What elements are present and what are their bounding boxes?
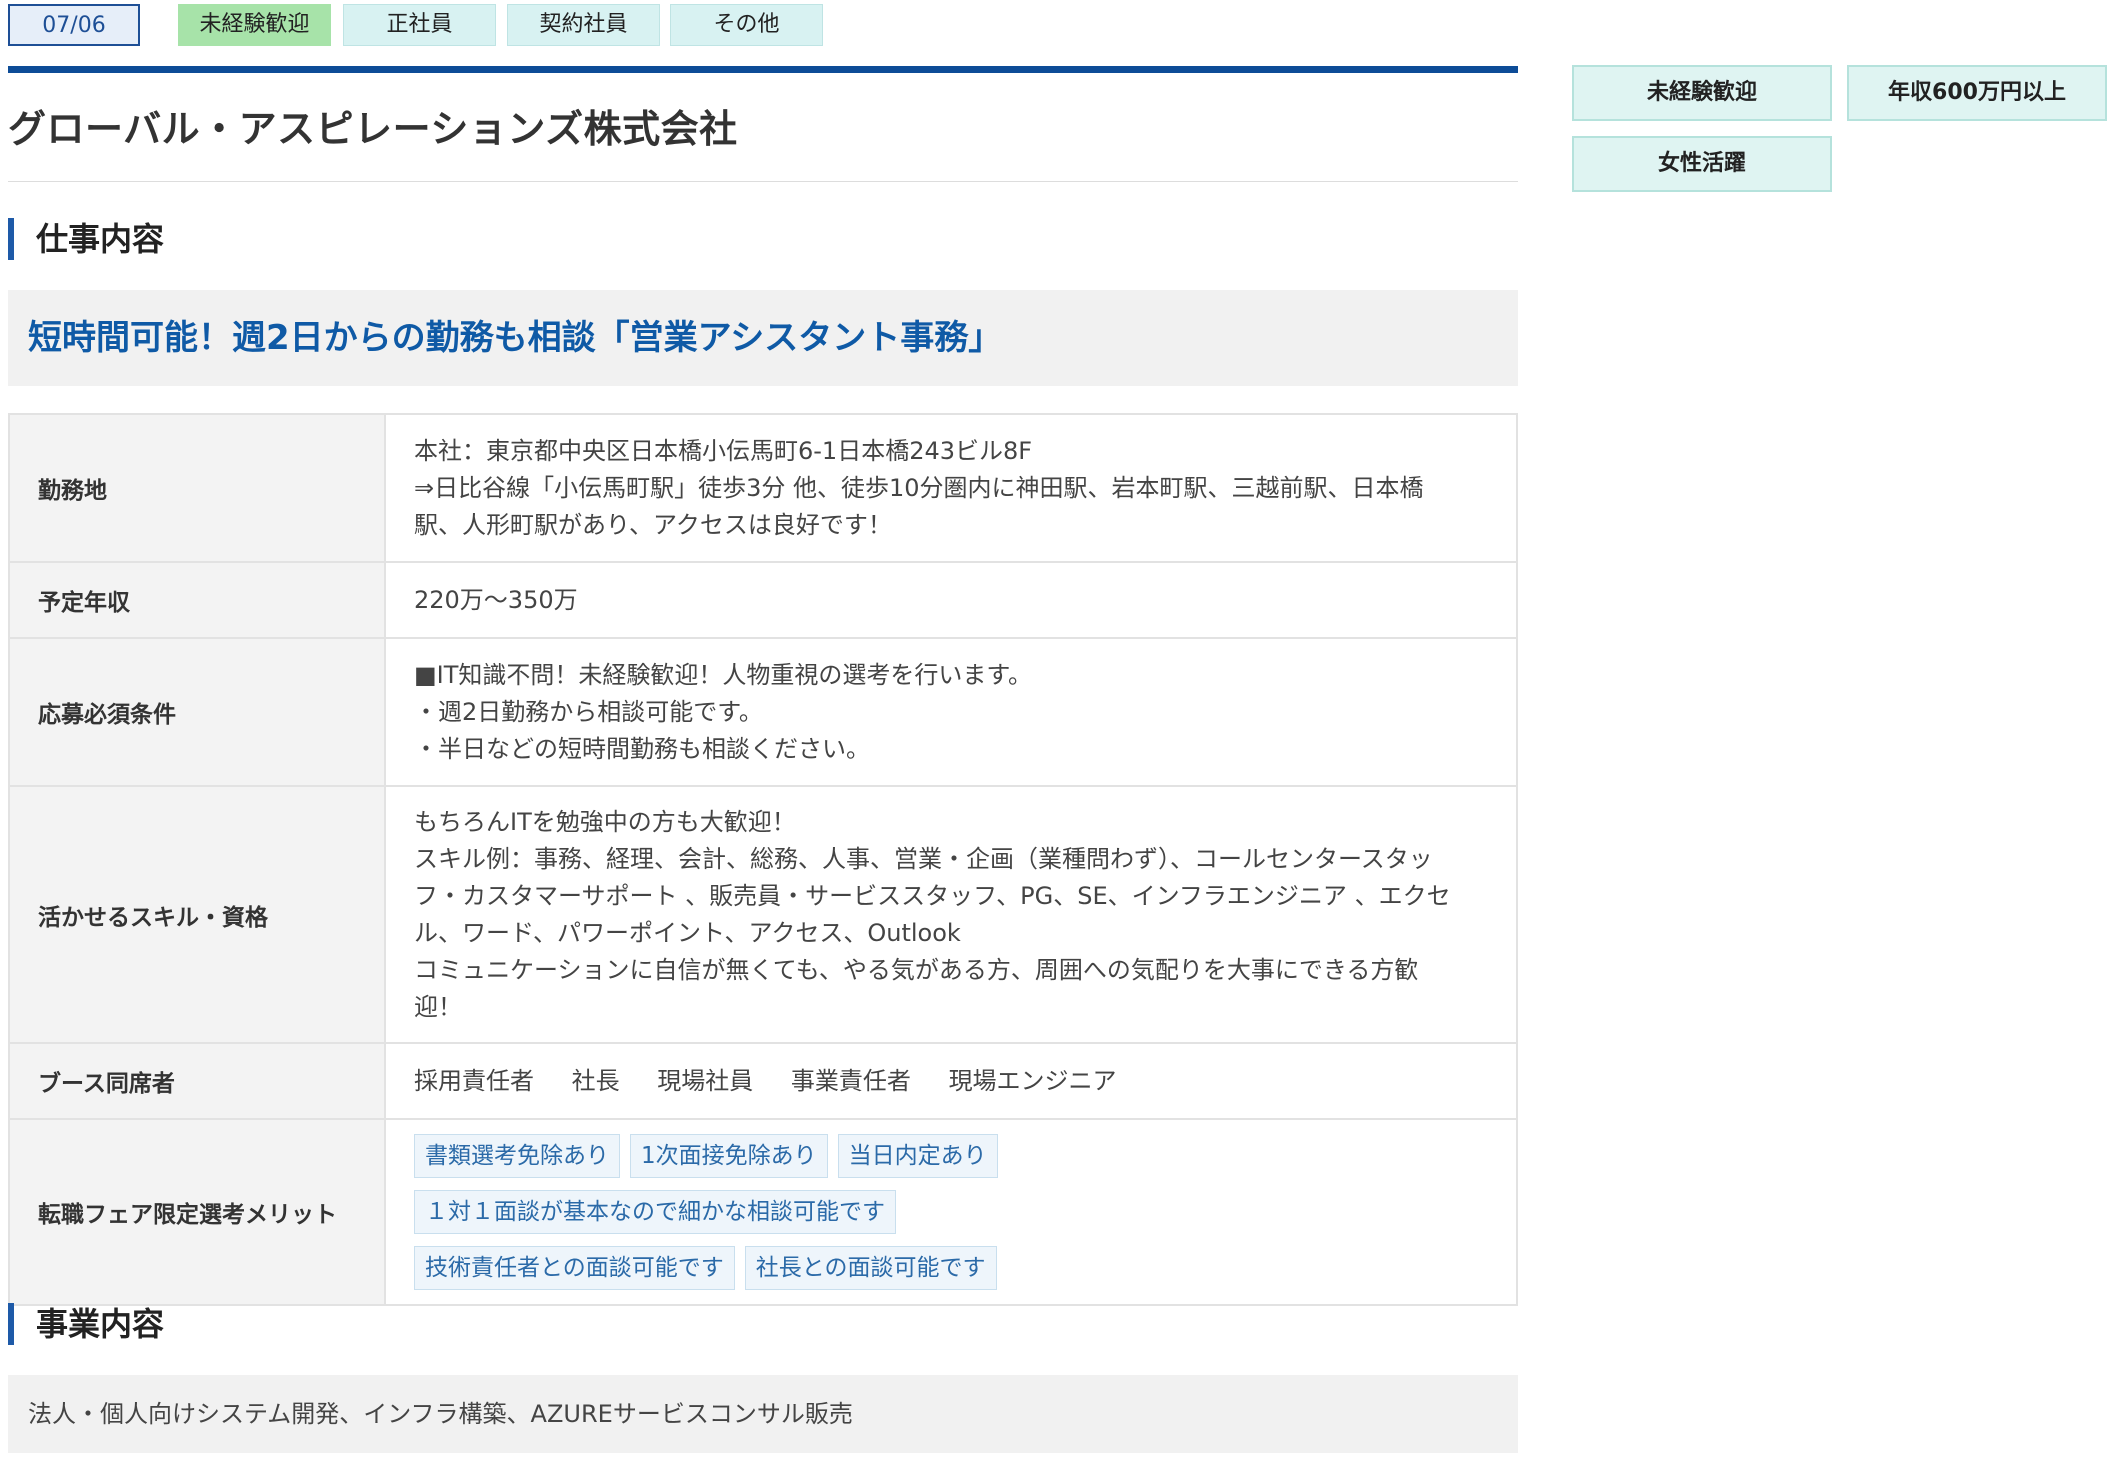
- merit-badge: 1次面接免除あり: [630, 1134, 828, 1178]
- row-requirements: 応募必須条件 ■IT知識不問！未経験歓迎！人物重視の選考を行います。 ・週2日勤…: [8, 637, 1518, 787]
- feature-tag-women[interactable]: 女性活躍: [1572, 136, 1832, 192]
- skills-label: 活かせるスキル・資格: [8, 785, 386, 1044]
- salary-value: 220万～350万: [384, 561, 1518, 639]
- date-badge: 07/06: [8, 4, 140, 46]
- row-location: 勤務地 本社：東京都中央区日本橋小伝馬町6-1日本橋243ビル8F ⇒日比谷線「…: [8, 413, 1518, 563]
- booth-label: ブース同席者: [8, 1042, 386, 1120]
- header-divider: [8, 66, 1518, 73]
- skill-line: コミュニケーションに自信が無くても、やる気がある方、周囲への気配りを大事にできる…: [414, 955, 1419, 984]
- location-label: 勤務地: [8, 413, 386, 563]
- location-line: ⇒日比谷線「小伝馬町駅」徒歩3分 他、徒歩10分圏内に神田駅、岩本町駅、三越前駅…: [414, 473, 1424, 502]
- feature-tag-income[interactable]: 年収600万円以上: [1847, 65, 2107, 121]
- merit-badge: 当日内定あり: [837, 1134, 998, 1178]
- feature-tag-mikeiken[interactable]: 未経験歓迎: [1572, 65, 1832, 121]
- skill-line: スキル例：事務、経理、会計、総務、人事、営業・企画（業種問わず）、コールセンター…: [414, 844, 1433, 873]
- skill-line: フ・カスタマーサポート 、販売員・サービススタッフ、PG、SE、インフラエンジニ…: [414, 881, 1451, 910]
- requirement-line: ■IT知識不問！未経験歓迎！人物重視の選考を行います。: [414, 660, 1033, 689]
- booth-member: 事業責任者: [790, 1066, 911, 1095]
- business-section-heading: 事業内容: [8, 1303, 164, 1345]
- tag-seishain: 正社員: [343, 4, 496, 46]
- booth-member: 現場社員: [657, 1066, 754, 1095]
- requirements-value: ■IT知識不問！未経験歓迎！人物重視の選考を行います。 ・週2日勤務から相談可能…: [384, 637, 1518, 787]
- merits-value: 書類選考免除あり 1次面接免除あり 当日内定あり １対１面談が基本なので細かな相談可能…: [384, 1118, 1518, 1306]
- skills-value: もちろんITを勉強中の方も大歓迎！ スキル例：事務、経理、会計、総務、人事、営業…: [384, 785, 1518, 1044]
- tag-mikeiken: 未経験歓迎: [178, 4, 331, 46]
- booth-members: 採用責任者 社長 現場社員 事業責任者 現場エンジニア: [384, 1042, 1518, 1120]
- requirement-line: ・半日などの短時間勤務も相談ください。: [414, 734, 870, 763]
- skill-line: 迎！: [414, 992, 462, 1021]
- merit-badge: 社長との面談可能です: [744, 1246, 997, 1290]
- merit-badge: 技術責任者との面談可能です: [414, 1246, 735, 1290]
- row-booth: ブース同席者 採用責任者 社長 現場社員 事業責任者 現場エンジニア: [8, 1042, 1518, 1120]
- skill-line: ル、ワード、パワーポイント、アクセス、Outlook: [414, 918, 961, 947]
- tag-keiyaku: 契約社員: [507, 4, 660, 46]
- requirement-line: ・週2日勤務から相談可能です。: [414, 697, 763, 726]
- job-catch-copy: 短時間可能！週2日からの勤務も相談「営業アシスタント事務」: [8, 290, 1518, 386]
- row-skills: 活かせるスキル・資格 もちろんITを勉強中の方も大歓迎！ スキル例：事務、経理、…: [8, 785, 1518, 1044]
- row-merits: 転職フェア限定選考メリット 書類選考免除あり 1次面接免除あり 当日内定あり １対１面…: [8, 1118, 1518, 1306]
- skill-line: もちろんITを勉強中の方も大歓迎！: [414, 807, 796, 836]
- company-name: グローバル・アスピレーションズ株式会社: [8, 107, 738, 151]
- booth-member: 社長: [571, 1066, 620, 1095]
- booth-member: 現場エンジニア: [948, 1066, 1117, 1095]
- tag-sonota: その他: [670, 4, 823, 46]
- row-salary: 予定年収 220万～350万: [8, 561, 1518, 639]
- job-details-table: 勤務地 本社：東京都中央区日本橋小伝馬町6-1日本橋243ビル8F ⇒日比谷線「…: [8, 413, 1518, 1306]
- location-line: 本社：東京都中央区日本橋小伝馬町6-1日本橋243ビル8F: [414, 436, 1033, 465]
- merits-label: 転職フェア限定選考メリット: [8, 1118, 386, 1306]
- merit-badge: 書類選考免除あり: [414, 1134, 620, 1178]
- requirements-label: 応募必須条件: [8, 637, 386, 787]
- job-section-heading: 仕事内容: [8, 218, 164, 260]
- merit-badge: １対１面談が基本なので細かな相談可能です: [414, 1190, 896, 1234]
- location-value: 本社：東京都中央区日本橋小伝馬町6-1日本橋243ビル8F ⇒日比谷線「小伝馬町…: [384, 413, 1518, 563]
- business-description: 法人・個人向けシステム開発、インフラ構築、AZUREサービスコンサル販売: [8, 1375, 1518, 1453]
- location-line: 駅、人形町駅があり、アクセスは良好です！: [414, 510, 892, 539]
- salary-label: 予定年収: [8, 561, 386, 639]
- title-divider: [8, 181, 1518, 182]
- booth-member: 採用責任者: [414, 1066, 534, 1095]
